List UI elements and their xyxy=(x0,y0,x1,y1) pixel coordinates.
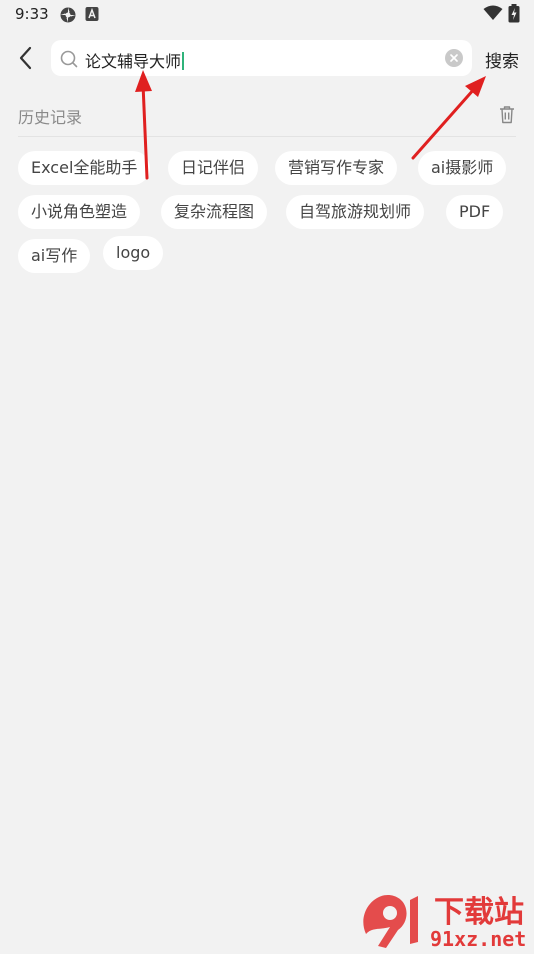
text-caret xyxy=(182,52,185,70)
history-tag[interactable]: 小说角色塑造 xyxy=(18,195,141,229)
divider xyxy=(18,136,516,137)
status-bar: 9:33 xyxy=(0,0,534,28)
search-value: 论文辅导大师 xyxy=(85,48,185,72)
arrow-to-search-button xyxy=(411,76,486,160)
history-title: 历史记录 xyxy=(18,108,83,127)
watermark-logo xyxy=(363,894,418,948)
search-input[interactable]: 论文辅导大师 xyxy=(51,40,472,76)
history-tag[interactable]: Excel全能助手 xyxy=(18,151,151,185)
trash-icon xyxy=(500,106,514,124)
app-a-icon xyxy=(85,6,99,26)
wifi-icon xyxy=(483,5,503,25)
delete-history-button[interactable] xyxy=(498,105,516,124)
history-tag[interactable]: ai写作 xyxy=(18,239,91,273)
history-tag[interactable]: 日记伴侣 xyxy=(168,151,259,185)
annotation-arrows xyxy=(135,70,486,180)
clear-search-button[interactable] xyxy=(445,49,463,67)
watermark-url: 91xz.net xyxy=(430,927,526,950)
close-circle-icon xyxy=(450,54,458,62)
status-time: 9:33 xyxy=(15,5,49,23)
watermark-title: 下载站 xyxy=(434,895,524,930)
history-tag[interactable]: 营销写作专家 xyxy=(275,151,398,185)
back-button[interactable] xyxy=(14,44,40,72)
history-tag[interactable]: logo xyxy=(103,236,164,270)
history-tag[interactable]: ai摄影师 xyxy=(418,151,507,185)
history-tag[interactable]: PDF xyxy=(446,195,504,229)
battery-icon xyxy=(508,4,520,27)
chevron-left-icon xyxy=(19,46,32,70)
search-button[interactable]: 搜索 xyxy=(485,47,519,72)
search-icon xyxy=(60,50,78,68)
settings-flower-icon xyxy=(59,6,77,28)
history-tag[interactable]: 自驾旅游规划师 xyxy=(286,195,425,229)
history-tag[interactable]: 复杂流程图 xyxy=(161,195,268,229)
watermark: 下载站 91xz.net xyxy=(360,880,534,951)
